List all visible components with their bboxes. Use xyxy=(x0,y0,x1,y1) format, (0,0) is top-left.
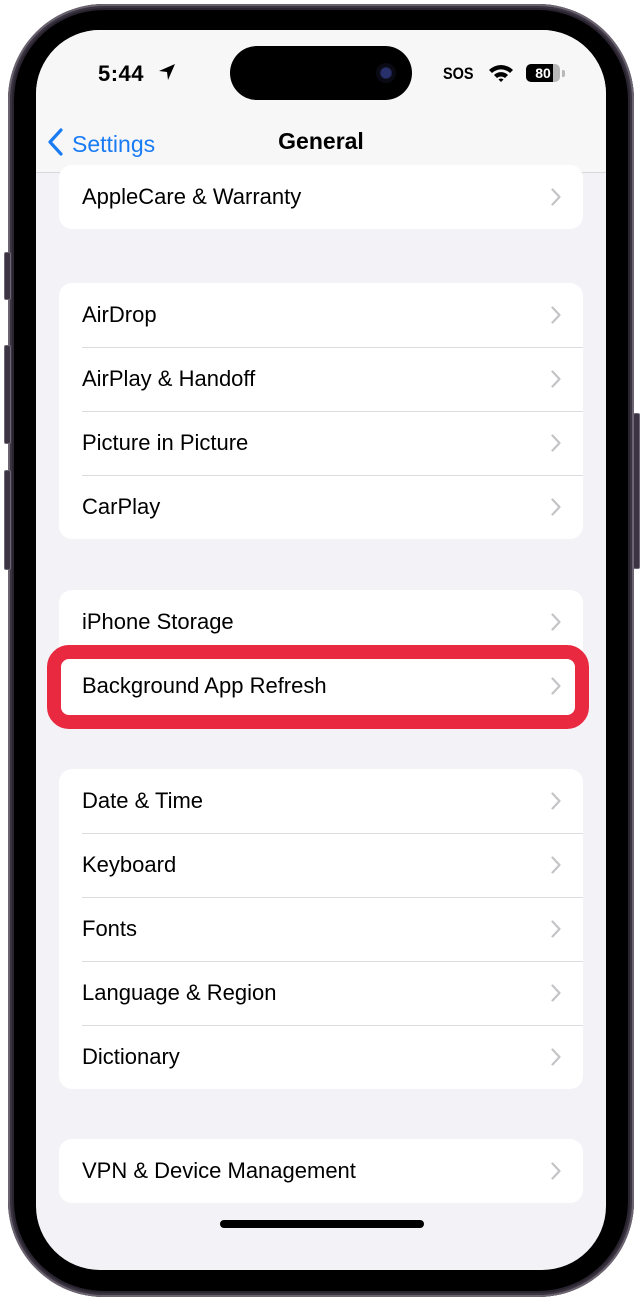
chevron-right-icon xyxy=(551,306,561,329)
list-item-label: AirPlay & Handoff xyxy=(82,366,256,391)
list-item-fonts[interactable]: Fonts xyxy=(59,897,583,961)
list-item-airplay-handoff[interactable]: AirPlay & Handoff xyxy=(59,347,583,411)
volume-down-button xyxy=(4,470,11,570)
list-item-label: CarPlay xyxy=(82,494,161,519)
list-item-label: Keyboard xyxy=(82,852,177,877)
battery-indicator: 80 xyxy=(526,64,560,82)
chevron-right-icon xyxy=(551,498,561,521)
list-item-label: AirDrop xyxy=(82,302,157,327)
status-time: 5:44 xyxy=(98,61,145,86)
power-button xyxy=(633,413,640,569)
list-item-label: Date & Time xyxy=(82,788,204,813)
chevron-right-icon xyxy=(551,677,561,700)
settings-group-locale: Date & Time Keyboard Fonts Language & Re… xyxy=(59,769,583,1089)
list-item-vpn-device-management[interactable]: VPN & Device Management xyxy=(59,1139,583,1203)
list-item-picture-in-picture[interactable]: Picture in Picture xyxy=(59,411,583,475)
status-bar: 5:44 SOS 80 xyxy=(36,30,606,118)
list-item-carplay[interactable]: CarPlay xyxy=(59,475,583,539)
list-item-label: Background App Refresh xyxy=(82,673,327,698)
location-arrow-icon xyxy=(158,63,176,86)
chevron-right-icon xyxy=(551,984,561,1007)
chevron-right-icon xyxy=(551,1162,561,1185)
list-item-airdrop[interactable]: AirDrop xyxy=(59,283,583,347)
chevron-right-icon xyxy=(551,920,561,943)
chevron-right-icon xyxy=(551,188,561,211)
list-item-date-time[interactable]: Date & Time xyxy=(59,769,583,833)
chevron-right-icon xyxy=(551,434,561,457)
list-item-label: Language & Region xyxy=(82,980,277,1005)
chevron-right-icon xyxy=(551,1048,561,1071)
chevron-right-icon xyxy=(551,856,561,879)
volume-up-button xyxy=(4,345,11,444)
list-item-label: Dictionary xyxy=(82,1044,180,1069)
chevron-right-icon xyxy=(551,792,561,815)
chevron-right-icon xyxy=(551,370,561,393)
list-item-background-app-refresh[interactable]: Background App Refresh xyxy=(59,654,583,718)
list-item-iphone-storage[interactable]: iPhone Storage xyxy=(59,590,583,654)
settings-group-connectivity: AirDrop AirPlay & Handoff Picture in Pic… xyxy=(59,283,583,539)
settings-group-storage: iPhone Storage Background App Refresh xyxy=(59,590,583,718)
list-item-label: iPhone Storage xyxy=(82,609,234,634)
settings-group-management: VPN & Device Management xyxy=(59,1139,583,1203)
home-indicator[interactable] xyxy=(220,1220,424,1228)
list-item-label: VPN & Device Management xyxy=(82,1158,356,1183)
screen: 5:44 SOS 80 Settings General AppleCare &… xyxy=(36,30,606,1270)
list-item-label: Picture in Picture xyxy=(82,430,249,455)
chevron-right-icon xyxy=(551,613,561,636)
page-title: General xyxy=(278,128,364,154)
list-item-label: Fonts xyxy=(82,916,138,941)
battery-nub xyxy=(562,70,565,77)
list-item-dictionary[interactable]: Dictionary xyxy=(59,1025,583,1089)
front-camera-icon xyxy=(376,63,396,83)
dynamic-island xyxy=(230,46,412,100)
list-item-keyboard[interactable]: Keyboard xyxy=(59,833,583,897)
list-item-applecare[interactable]: AppleCare & Warranty xyxy=(59,165,583,229)
list-item-language-region[interactable]: Language & Region xyxy=(59,961,583,1025)
action-button xyxy=(4,252,11,300)
list-item-label: AppleCare & Warranty xyxy=(82,184,302,209)
settings-group-support: AppleCare & Warranty xyxy=(59,165,583,229)
wifi-icon xyxy=(488,63,514,88)
carrier-status: SOS xyxy=(443,64,474,83)
